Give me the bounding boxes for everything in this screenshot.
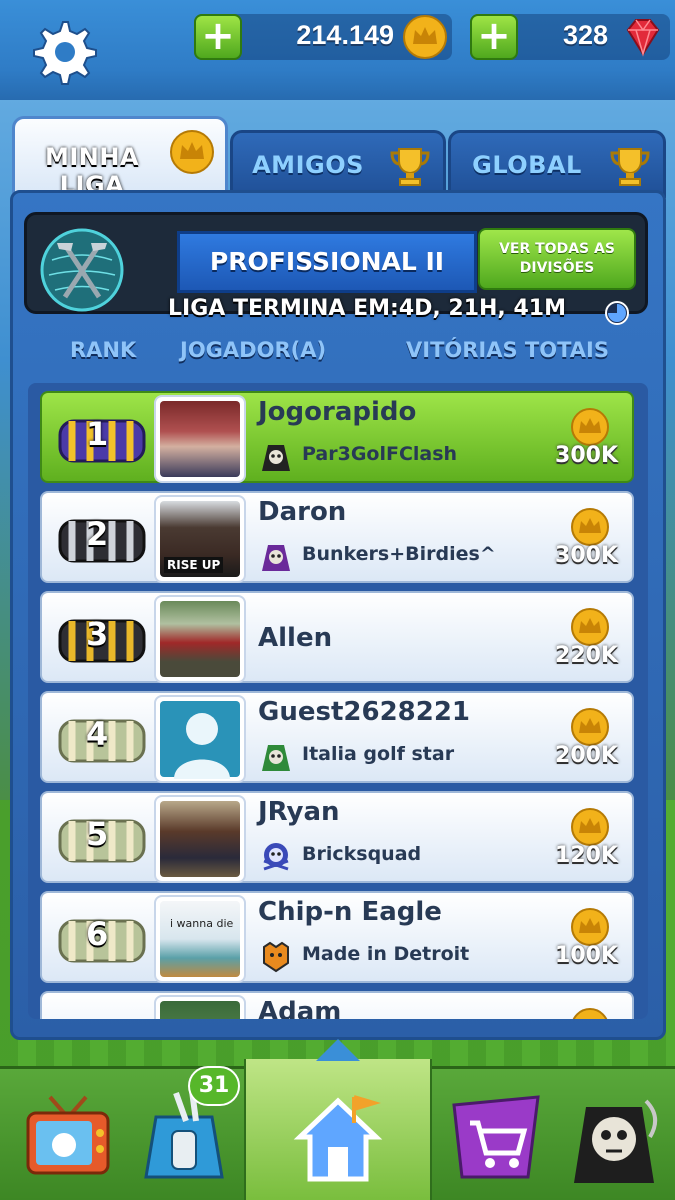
rank-number: 2: [86, 515, 109, 553]
table-row[interactable]: 5 JRyan Bricksquad 120K: [40, 791, 634, 883]
league-name-ribbon: PROFISSIONAL II: [144, 231, 510, 298]
tab-label: AMIGOS: [252, 151, 364, 179]
table-row[interactable]: 3 Allen 220K: [40, 591, 634, 683]
table-row[interactable]: 1 Jogorapido Par3GolFClash 300K: [40, 391, 634, 483]
column-header-player: JOGADOR(A): [180, 338, 327, 362]
league-ends-text: LIGA TERMINA EM:4D, 21H, 41M: [168, 296, 566, 321]
clan-name: Par3GolFClash: [302, 443, 458, 465]
clan-name: Bricksquad: [302, 843, 422, 865]
tv-icon[interactable]: [20, 1087, 116, 1187]
player-name: Daron: [258, 497, 347, 527]
table-row[interactable]: 2 RISE UP Daron Bunkers+Birdies^ 300K: [40, 491, 634, 583]
clan-name: Made in Detroit: [302, 943, 470, 965]
golf-clubs-icon: [40, 228, 124, 312]
crown-coin-icon: [571, 908, 609, 946]
table-row[interactable]: 4 Guest2628221 Italia golf star 200K: [40, 691, 634, 783]
avatar[interactable]: [154, 795, 246, 883]
reaper-clan-icon: [262, 745, 290, 771]
rank-number: 6: [86, 915, 109, 953]
gem-icon: [626, 19, 660, 57]
column-header-rank: RANK: [70, 338, 137, 362]
top-bar: + 214.149 + 328: [0, 0, 675, 100]
reaper-clan-icon: [262, 445, 290, 471]
coins-counter: + 214.149: [194, 14, 452, 60]
home-icon[interactable]: [290, 1087, 386, 1187]
crown-coin-icon: [170, 130, 214, 174]
nav-active-marker: [316, 1039, 360, 1061]
avatar[interactable]: i wanna die: [154, 895, 246, 983]
buy-coins-button[interactable]: +: [194, 14, 242, 60]
tab-minha-liga[interactable]: MINHA LIGA: [12, 116, 228, 199]
clan-name: Bunkers+Birdies^: [302, 543, 496, 565]
gear-icon[interactable]: [28, 16, 98, 86]
trophy-icon: [390, 148, 430, 186]
tab-amigos[interactable]: AMIGOS: [230, 130, 446, 198]
rank-number: 3: [86, 615, 109, 653]
player-name: Adam: [258, 997, 342, 1019]
avatar[interactable]: [154, 395, 246, 483]
gems-counter: + 328: [470, 14, 670, 60]
leaderboard-list[interactable]: 1 Jogorapido Par3GolFClash 300K 2 RISE U…: [28, 383, 648, 1019]
total-wins: 220K: [555, 643, 618, 668]
default-avatar-icon: [174, 713, 230, 779]
crown-coin-icon: [571, 708, 609, 746]
total-wins: 120K: [555, 843, 618, 868]
player-name: Chip-n Eagle: [258, 897, 442, 927]
crown-coin-icon: [403, 15, 447, 59]
rank-number: 5: [86, 815, 109, 853]
coins-value: 214.149: [296, 20, 394, 50]
gems-value: 328: [562, 20, 608, 50]
buy-gems-button[interactable]: +: [470, 14, 518, 60]
crown-coin-icon: [571, 608, 609, 646]
crown-coin-icon: [571, 508, 609, 546]
skull-clan-icon: [263, 843, 289, 871]
player-name: Guest2628221: [258, 697, 471, 727]
clan-name: Italia golf star: [302, 743, 455, 765]
avatar[interactable]: [154, 595, 246, 683]
avatar-caption: i wanna die: [170, 917, 234, 930]
avatar-caption: RISE UP: [164, 557, 224, 573]
crown-coin-icon: [571, 408, 609, 446]
total-wins: 100K: [555, 943, 618, 968]
shop-cart-icon[interactable]: [448, 1087, 544, 1187]
table-row[interactable]: Adam: [40, 991, 634, 1019]
total-wins: 200K: [555, 743, 618, 768]
tiger-clan-icon: [263, 941, 289, 973]
player-name: Allen: [258, 623, 333, 653]
reaper-clan-icon: [262, 545, 290, 571]
clock-icon: [605, 301, 629, 325]
crown-coin-icon: [572, 1008, 608, 1019]
reaper-icon[interactable]: [566, 1087, 662, 1187]
rank-number: 4: [86, 715, 109, 753]
table-row[interactable]: 6 i wanna die Chip-n Eagle Made in Detro…: [40, 891, 634, 983]
rank-number: 1: [86, 415, 109, 453]
avatar[interactable]: [154, 695, 246, 783]
view-all-divisions-button[interactable]: VER TODAS AS DIVISÕES: [478, 228, 636, 290]
trophy-icon: [610, 148, 650, 186]
notification-badge: 31: [188, 1066, 240, 1106]
bottom-nav: [0, 1039, 675, 1200]
crown-coin-icon: [571, 808, 609, 846]
tab-global[interactable]: GLOBAL: [448, 130, 666, 198]
column-header-wins: VITÓRIAS TOTAIS: [406, 338, 609, 362]
avatar[interactable]: [154, 995, 246, 1019]
total-wins: 300K: [555, 443, 618, 468]
total-wins: 300K: [555, 543, 618, 568]
player-name: Jogorapido: [258, 397, 417, 427]
player-name: JRyan: [258, 797, 340, 827]
tab-label: GLOBAL: [472, 151, 582, 179]
avatar[interactable]: RISE UP: [154, 495, 246, 583]
